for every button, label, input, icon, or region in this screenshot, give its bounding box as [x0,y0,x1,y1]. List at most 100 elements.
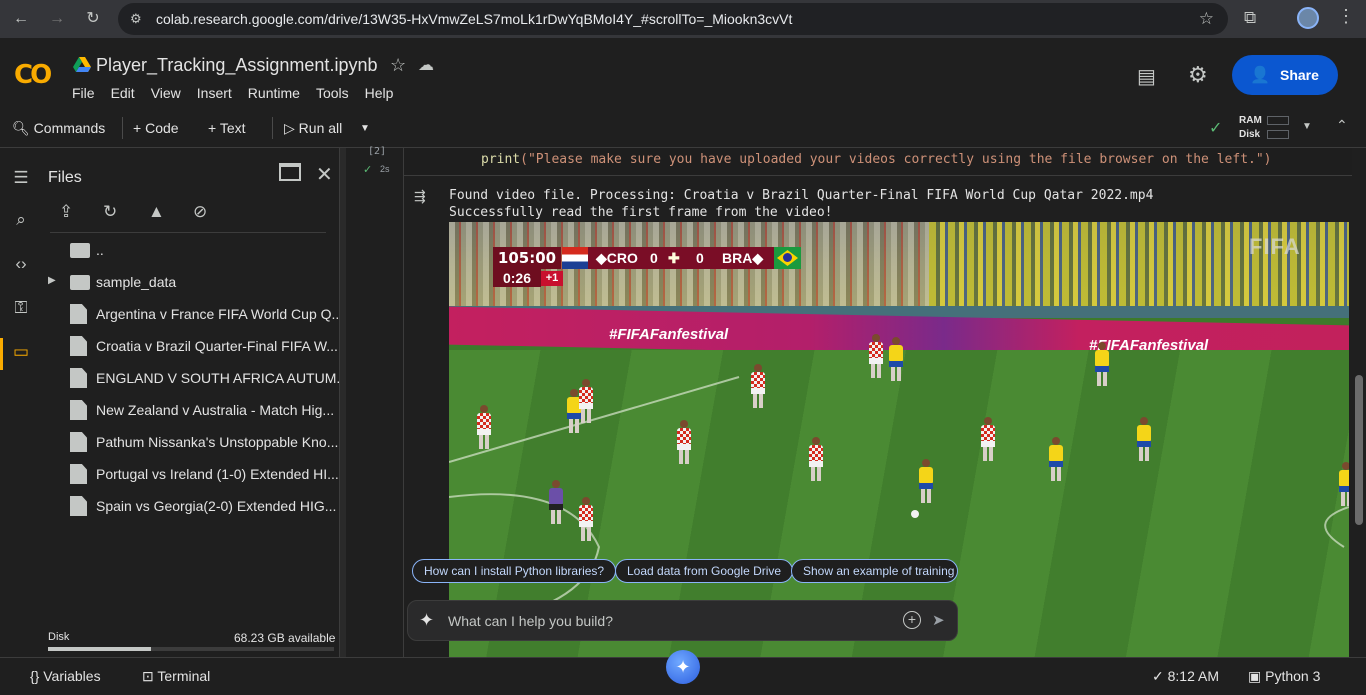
run-all-button[interactable]: ▷ Run all [284,120,342,137]
mount-drive-icon[interactable]: ▲ [148,202,165,222]
chevron-up-icon[interactable]: ⌃ [1336,117,1348,134]
file-tree-file[interactable]: Pathum Nissanka's Unstoppable Kno... [48,426,340,458]
back-icon[interactable]: ← [10,8,32,30]
brazil-flag [774,247,801,269]
gemini-prompt-input[interactable]: What can I help you build? [448,613,613,629]
table-of-contents-icon[interactable]: ☰ [10,168,32,190]
commands-button[interactable]: 🔍︎ Commands [12,120,105,137]
last-run-time: 8:12 AM [1167,668,1219,684]
file-tree-file[interactable]: Argentina v France FIFA World Cup Q... [48,298,340,330]
disk-usage-fill [48,647,151,651]
text-label: Text [219,120,246,136]
files-divider [50,232,326,233]
code-snippets-icon[interactable]: ‹› [10,254,32,276]
plus-icon: + [133,120,142,136]
extensions-icon[interactable]: ⧉ [1244,8,1256,28]
disk-usage-bar [48,647,334,651]
file-tree-folder[interactable]: .. [48,234,340,266]
files-folder-icon[interactable]: ▭ [10,342,32,364]
suggestion-chip[interactable]: How can I install Python libraries? [412,559,617,583]
player-croatia [677,420,691,464]
player-body [751,372,765,388]
expand-caret-icon[interactable]: ▶ [48,275,56,286]
gemini-prompt-box[interactable]: ✦ What can I help you build? + ➤ [407,600,958,641]
disk-resource-label: Disk [1239,129,1261,140]
match-time: 105:00 [493,247,561,269]
forward-icon[interactable]: → [46,8,68,30]
terminal-button[interactable]: ⊡ Terminal [142,668,210,685]
address-bar[interactable]: ⚙ colab.research.google.com/drive/13W35-… [118,3,1228,35]
menu-file[interactable]: File [72,85,95,101]
scrollbar-thumb[interactable] [1355,375,1363,525]
upload-file-icon[interactable]: ⇪ [59,202,73,222]
google-drive-icon[interactable] [73,57,91,73]
find-replace-icon[interactable]: ⌕ [10,210,32,232]
file-tree-file[interactable]: Croatia v Brazil Quarter-Final FIFA W... [48,330,340,362]
menu-edit[interactable]: Edit [111,85,135,101]
resources-dropdown-icon[interactable]: ▼ [1302,121,1312,132]
url-text[interactable]: colab.research.google.com/drive/13W35-Hx… [156,11,792,27]
open-in-tab-icon[interactable] [279,163,301,181]
profile-avatar[interactable] [1297,7,1319,29]
player-body [1049,445,1063,461]
menu-runtime[interactable]: Runtime [248,85,300,101]
menu-view[interactable]: View [151,85,181,101]
toolbar-divider [272,117,273,139]
site-info-icon[interactable]: ⚙ [130,11,146,27]
file-name: New Zealand v Australia - Match Hig... [96,402,335,418]
disk-label: Disk [48,631,70,643]
terminal-label: Terminal [157,668,211,684]
player-brazil [919,459,933,503]
gemini-button[interactable]: ✦ [666,650,700,684]
add-code-button[interactable]: + Code [133,120,179,136]
suggestion-chip[interactable]: Load data from Google Drive [615,559,794,583]
refresh-icon[interactable]: ↻ [103,202,117,222]
player-head [582,497,590,505]
send-icon[interactable]: ➤ [932,611,945,629]
add-attachment-icon[interactable]: + [903,611,921,629]
resource-labels[interactable]: RAM Disk [1239,114,1262,142]
player-brazil [1339,462,1349,506]
execution-status[interactable]: ✓ 8:12 AM [1152,668,1219,685]
menu-insert[interactable]: Insert [197,85,232,101]
file-tree-file[interactable]: New Zealand v Australia - Match Hig... [48,394,340,426]
connected-check-icon[interactable]: ✓ [1209,118,1222,138]
runtime-type[interactable]: ▣ Python 3 [1248,668,1320,685]
browser-menu-icon[interactable]: ⋮ [1337,6,1355,27]
scoreline: ◆CRO 0 ✚ 0 BRA◆ [588,247,774,269]
menu-help[interactable]: Help [365,85,394,101]
add-text-button[interactable]: + Text [208,120,246,136]
ball [911,510,919,518]
comments-icon[interactable]: ▤ [1137,64,1156,89]
close-icon[interactable]: ✕ [316,162,333,187]
file-tree-file[interactable]: Portugal vs Ireland (1-0) Extended HI... [48,458,340,490]
notebook-title[interactable]: Player_Tracking_Assignment.ipynb [96,55,377,76]
share-button[interactable]: 👤 Share [1232,55,1338,95]
bookmark-star-icon[interactable]: ☆ [1199,9,1214,29]
suggestion-chip[interactable]: Show an example of training a [791,559,958,583]
file-tree-file[interactable]: ENGLAND V SOUTH AFRICA AUTUM... [48,362,340,394]
gear-icon[interactable]: ⚙ [1188,62,1208,88]
output-actions-icon[interactable]: ⇶ [414,188,426,205]
player-head [1140,417,1148,425]
run-all-label: Run all [298,120,343,136]
video-frame-image: FIFA #FIFAFanfestival #FIFAFanfestival 1… [449,222,1349,657]
secrets-key-icon[interactable]: ⚿ [10,298,32,320]
file-tree-file[interactable]: Spain vs Georgia(2-0) Extended HIG... [48,490,340,522]
star-notebook-icon[interactable]: ☆ [390,55,406,76]
file-icon [70,368,87,388]
variables-button[interactable]: {} Variables [30,668,101,684]
fifa-watermark: FIFA [1249,234,1301,259]
side-rail: ☰ ⌕ ‹› ⚿ ▭ [0,148,38,657]
colab-logo[interactable]: CO [14,60,52,90]
file-name: sample_data [96,274,177,290]
player-body [889,345,903,361]
run-all-dropdown-icon[interactable]: ▼ [360,123,370,134]
hide-files-icon[interactable]: ⊘ [193,202,207,222]
cloud-saved-icon[interactable]: ☁ [418,55,434,75]
code-line[interactable]: print("Please make sure you have uploade… [481,152,1272,167]
file-tree-folder[interactable]: ▶ sample_data [48,266,340,298]
menu-tools[interactable]: Tools [316,85,349,101]
player-body [677,428,691,444]
reload-icon[interactable]: ↻ [82,8,104,30]
